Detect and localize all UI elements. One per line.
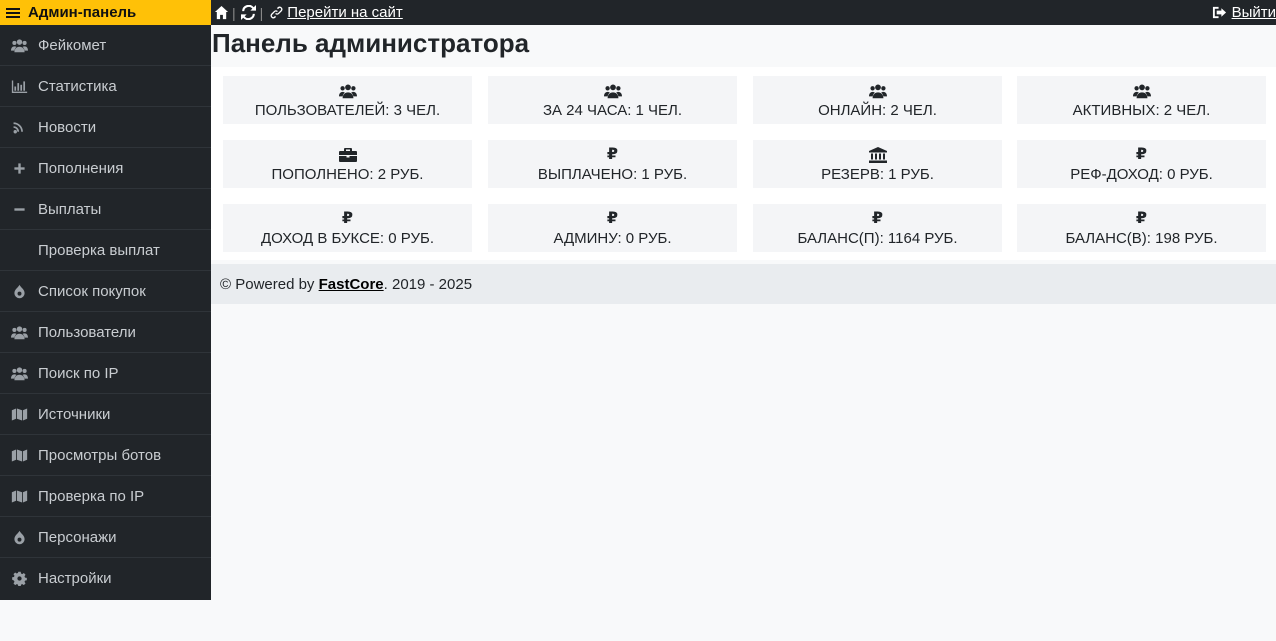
stat-label: БАЛАНС(В): 198 РУБ. xyxy=(1065,229,1218,247)
hamburger-icon[interactable] xyxy=(6,7,20,18)
drupal-icon xyxy=(0,284,38,299)
stat-label: ПОПОЛНЕНО: 2 РУБ. xyxy=(271,165,424,183)
page-title: Панель администратора xyxy=(212,28,530,58)
topbar-separator: | xyxy=(259,4,264,21)
stat-label: БАЛАНС(П): 1164 РУБ. xyxy=(797,229,958,247)
bar-chart-icon xyxy=(0,79,38,94)
sidebar-item-statistics[interactable]: Статистика xyxy=(0,66,211,107)
sidebar-item-sources[interactable]: Источники xyxy=(0,394,211,435)
sidebar-item-users[interactable]: Пользователи xyxy=(0,312,211,353)
stat-users-total: ПОЛЬЗОВАТЕЛЕЙ: 3 ЧЕЛ. xyxy=(223,76,472,124)
users-icon xyxy=(868,82,887,100)
stat-deposited: ПОПОЛНЕНО: 2 РУБ. xyxy=(223,140,472,188)
sidebar-item-label: Новости xyxy=(38,118,97,136)
drupal-icon xyxy=(0,530,38,545)
sidebar-item-label: Выплаты xyxy=(38,200,102,218)
map-icon xyxy=(0,489,38,504)
refresh-icon[interactable] xyxy=(241,5,257,21)
sidebar-item-label: Источники xyxy=(38,405,111,423)
sidebar-header[interactable]: Админ-панель xyxy=(0,0,211,25)
stat-label: АКТИВНЫХ: 2 ЧЕЛ. xyxy=(1072,101,1211,119)
sidebar-item-settings[interactable]: Настройки xyxy=(0,558,211,599)
sidebar-item-label: Проверка по IP xyxy=(38,487,145,505)
footer: © Powered by FastCore . 2019 - 2025 xyxy=(211,264,1276,304)
stat-label: ДОХОД В БУКСЕ: 0 РУБ. xyxy=(261,229,434,247)
stat-admin: ₽ АДМИНУ: 0 РУБ. xyxy=(488,204,737,252)
plus-icon xyxy=(0,161,38,176)
stat-online: ОНЛАЙН: 2 ЧЕЛ. xyxy=(753,76,1002,124)
briefcase-icon xyxy=(338,146,357,164)
stat-balance-p: ₽ БАЛАНС(П): 1164 РУБ. xyxy=(753,204,1002,252)
rss-icon xyxy=(0,120,38,135)
logout-label: Выйти xyxy=(1231,4,1276,21)
sidebar-item-ip-search[interactable]: Поиск по IP xyxy=(0,353,211,394)
users-icon xyxy=(1132,82,1151,100)
sidebar-item-ip-check[interactable]: Проверка по IP xyxy=(0,476,211,517)
sidebar-item-label: Список покупок xyxy=(38,282,146,300)
footer-prefix: © Powered by xyxy=(220,275,319,293)
sidebar: Админ-панель Фейкомет Статистика Новости… xyxy=(0,0,211,600)
users-icon xyxy=(0,325,38,340)
gear-icon xyxy=(0,571,38,586)
sidebar-item-label: Поиск по IP xyxy=(38,364,119,382)
sidebar-item-label: Настройки xyxy=(38,570,112,587)
users-icon xyxy=(0,38,38,53)
stat-label: РЕФ-ДОХОД: 0 РУБ. xyxy=(1070,165,1213,183)
ruble-icon: ₽ xyxy=(606,209,619,227)
map-icon xyxy=(0,448,38,463)
sidebar-item-payout-check[interactable]: Проверка выплат xyxy=(0,230,211,271)
ruble-icon: ₽ xyxy=(606,145,619,163)
minus-icon xyxy=(0,202,38,217)
sidebar-item-label: Пользователи xyxy=(38,323,136,341)
home-icon[interactable] xyxy=(213,5,229,21)
ruble-icon: ₽ xyxy=(871,209,884,227)
ruble-icon: ₽ xyxy=(1135,145,1148,163)
topbar-separator: | xyxy=(232,4,236,21)
sidebar-item-label: Персонажи xyxy=(38,528,117,546)
sidebar-item-characters[interactable]: Персонажи xyxy=(0,517,211,558)
bank-icon xyxy=(868,146,887,164)
stat-paid-out: ₽ ВЫПЛАЧЕНО: 1 РУБ. xyxy=(488,140,737,188)
stat-label: ПОЛЬЗОВАТЕЛЕЙ: 3 ЧЕЛ. xyxy=(254,101,441,119)
sidebar-item-bot-views[interactable]: Просмотры ботов xyxy=(0,435,211,476)
map-icon xyxy=(0,407,38,422)
sidebar-item-label: Статистика xyxy=(38,77,117,95)
stat-active: АКТИВНЫХ: 2 ЧЕЛ. xyxy=(1017,76,1266,124)
sidebar-item-payouts[interactable]: Выплаты xyxy=(0,189,211,230)
stat-ref-income: ₽ РЕФ-ДОХОД: 0 РУБ. xyxy=(1017,140,1266,188)
stat-reserve: РЕЗЕРВ: 1 РУБ. xyxy=(753,140,1002,188)
fastcore-link[interactable]: FastCore xyxy=(319,276,384,293)
stat-label: ЗА 24 ЧАСА: 1 ЧЕЛ. xyxy=(542,101,683,119)
goto-site-label: Перейти на сайт xyxy=(287,4,403,21)
sidebar-item-label: Пополнения xyxy=(38,159,124,177)
sidebar-item-news[interactable]: Новости xyxy=(0,107,211,148)
goto-site-link[interactable]: Перейти на сайт xyxy=(266,4,403,21)
sidebar-item-label: Проверка выплат xyxy=(38,241,160,259)
stat-label: АДМИНУ: 0 РУБ. xyxy=(553,229,672,247)
stat-label: ВЫПЛАЧЕНО: 1 РУБ. xyxy=(537,165,688,183)
sidebar-item-label: Фейкомет xyxy=(38,36,107,54)
sign-out-icon xyxy=(1212,5,1228,21)
stat-label: ОНЛАЙН: 2 ЧЕЛ. xyxy=(818,101,937,119)
users-icon xyxy=(603,82,622,100)
users-icon xyxy=(0,366,38,381)
sidebar-title: Админ-панель xyxy=(28,4,137,21)
sidebar-item-feikomet[interactable]: Фейкомет xyxy=(0,25,211,66)
link-icon xyxy=(268,5,284,21)
top-bar: | | Перейти на сайт Выйти xyxy=(211,0,1276,25)
footer-suffix: . 2019 - 2025 xyxy=(383,275,473,293)
logout-link[interactable]: Выйти xyxy=(1210,0,1276,25)
stat-label: РЕЗЕРВ: 1 РУБ. xyxy=(821,165,934,183)
stat-users-24h: ЗА 24 ЧАСА: 1 ЧЕЛ. xyxy=(488,76,737,124)
ruble-icon: ₽ xyxy=(341,209,354,227)
stats-panel: ПОЛЬЗОВАТЕЛЕЙ: 3 ЧЕЛ. ЗА 24 ЧАСА: 1 ЧЕЛ.… xyxy=(211,67,1276,260)
sidebar-item-deposits[interactable]: Пополнения xyxy=(0,148,211,189)
stat-bux-income: ₽ ДОХОД В БУКСЕ: 0 РУБ. xyxy=(223,204,472,252)
sidebar-item-label: Просмотры ботов xyxy=(38,446,162,464)
sidebar-item-purchases[interactable]: Список покупок xyxy=(0,271,211,312)
ruble-icon: ₽ xyxy=(1135,209,1148,227)
stat-balance-v: ₽ БАЛАНС(В): 198 РУБ. xyxy=(1017,204,1266,252)
users-icon xyxy=(338,82,357,100)
